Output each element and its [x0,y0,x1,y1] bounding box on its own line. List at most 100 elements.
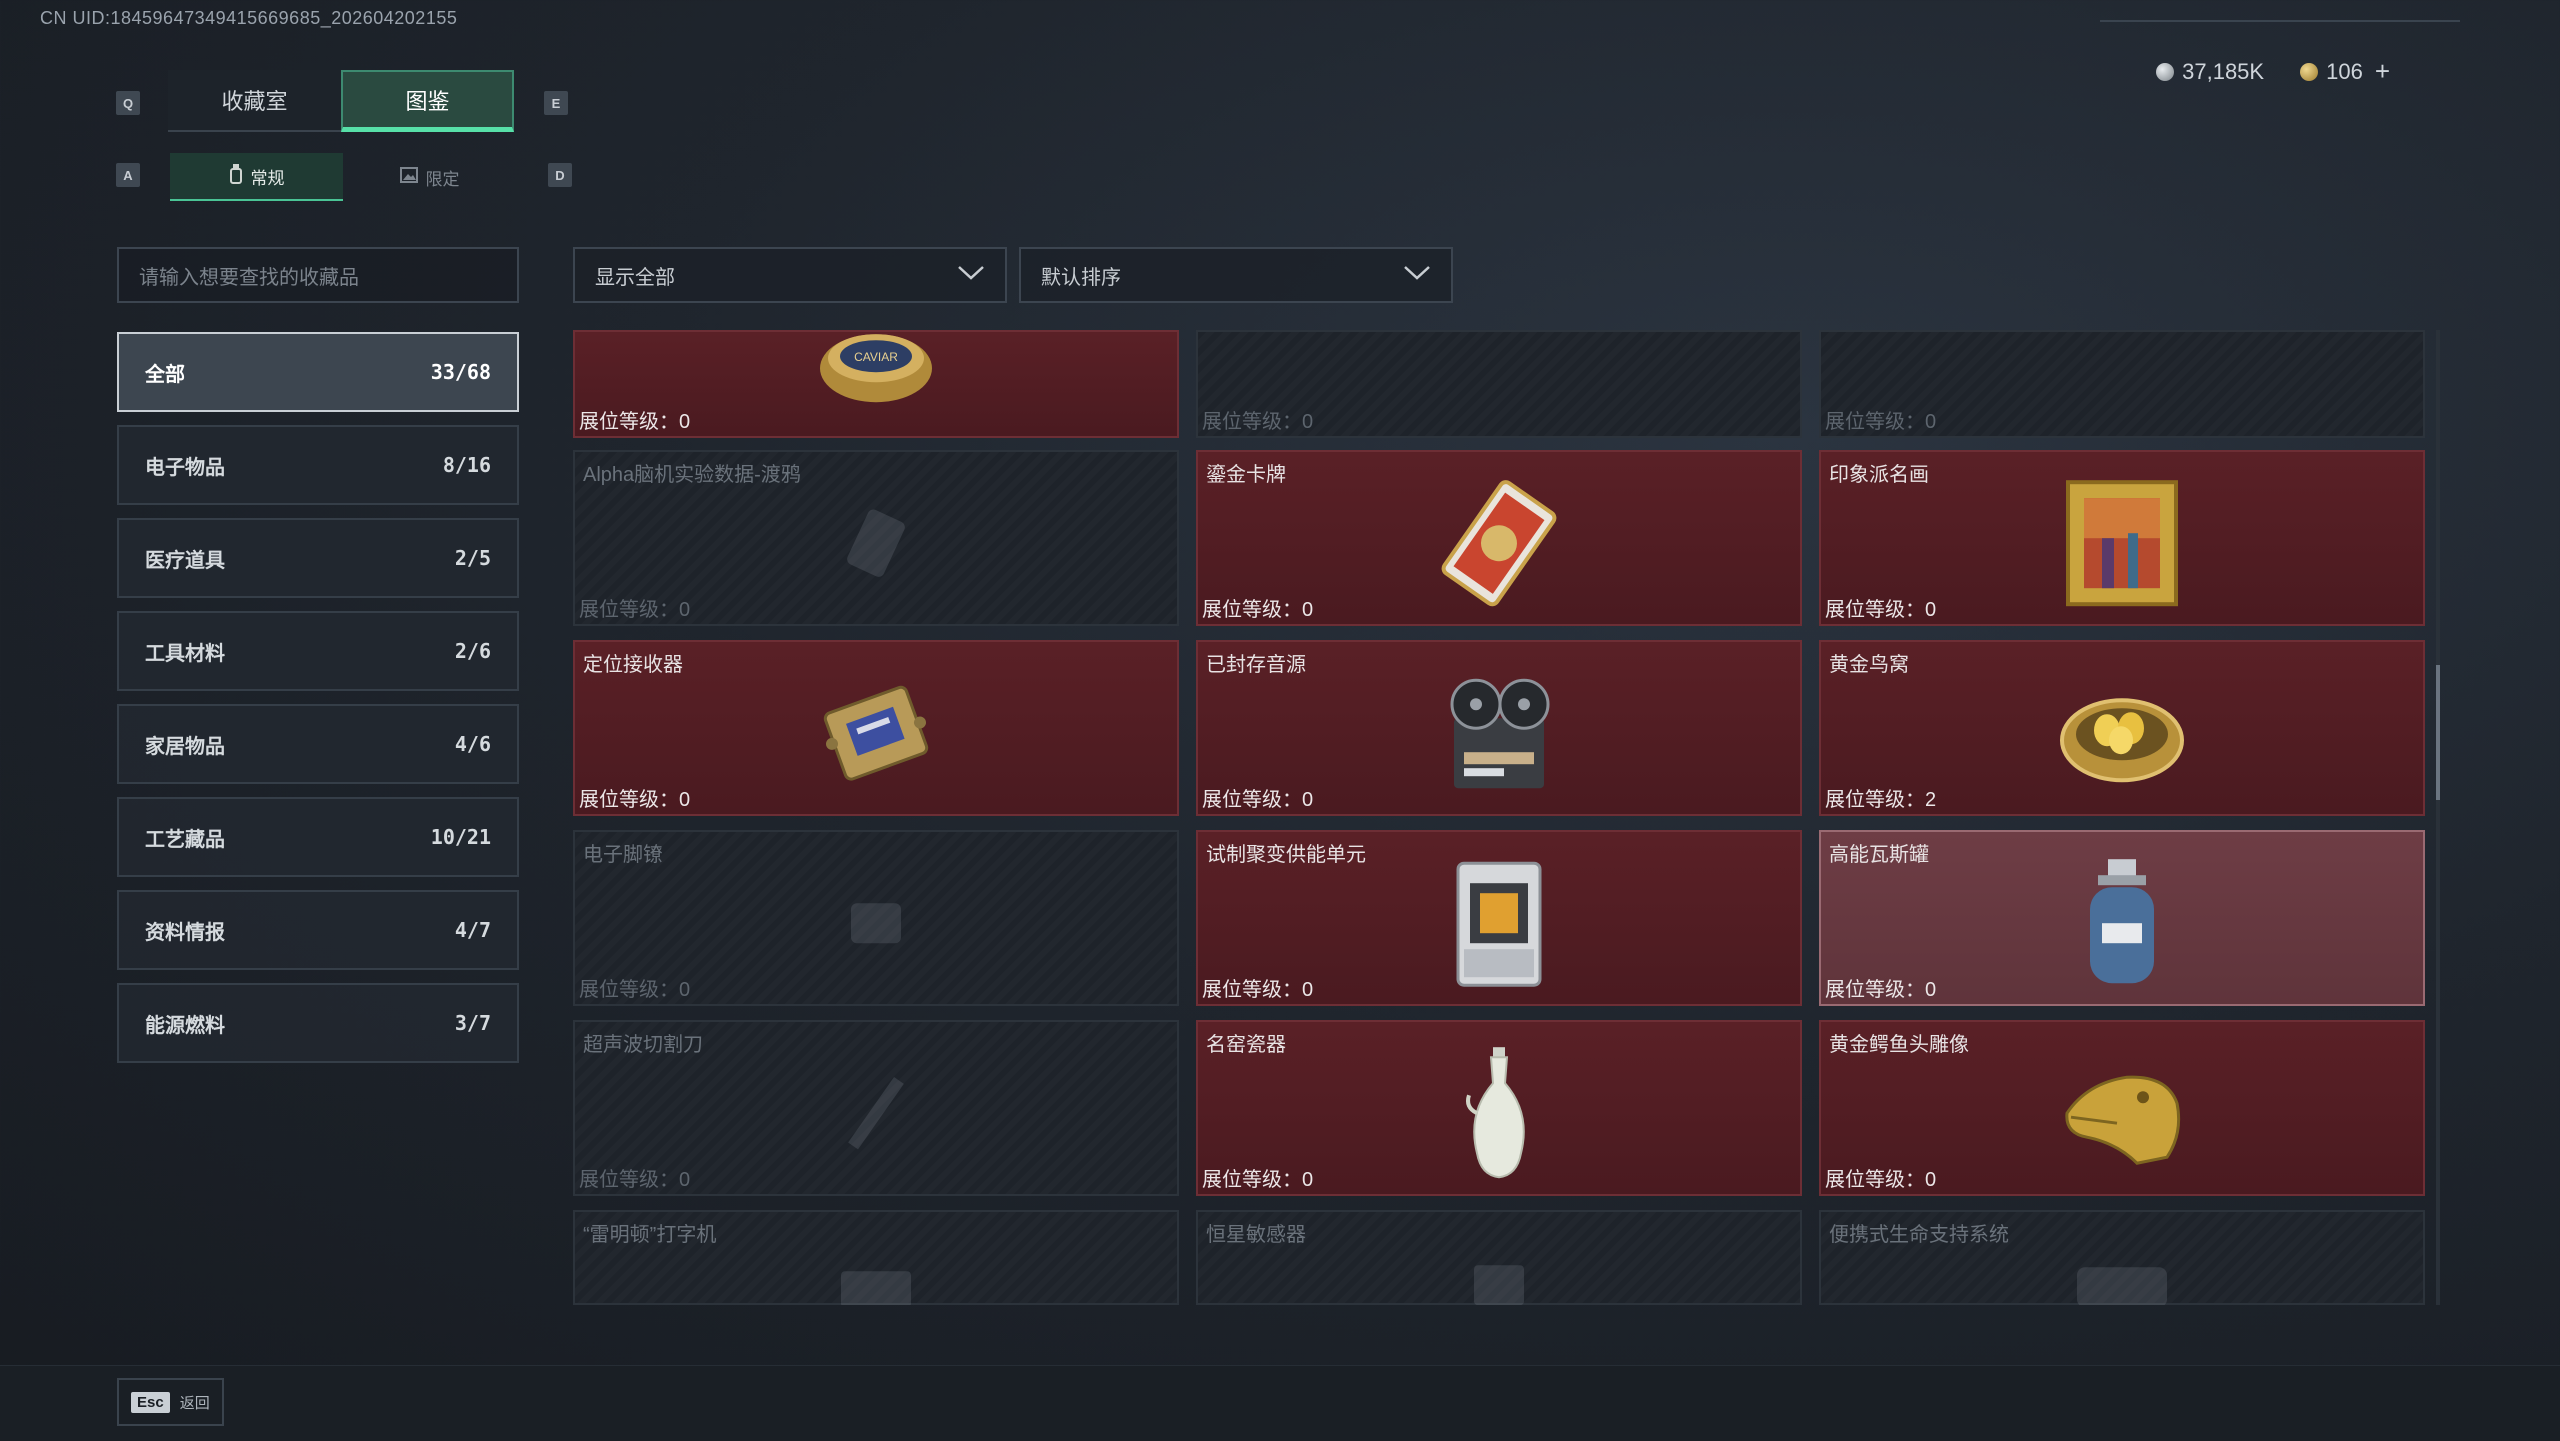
top-decoration [2100,20,2460,22]
grid-scrollbar-thumb[interactable] [2436,665,2440,800]
item-level: 展位等级：0 [1825,411,1937,433]
ankle-monitor-icon [811,858,941,988]
silver-coin-icon [2156,62,2175,81]
grid-scrollbar-track[interactable] [2436,330,2440,1305]
item-name: 电子脚镣 [583,844,663,866]
receiver-icon [811,668,941,798]
category-medical[interactable]: 医疗道具 2/5 [117,518,519,598]
category-all[interactable]: 全部 33/68 [117,332,519,412]
add-currency-button[interactable]: + [2375,56,2390,87]
search-input[interactable]: 请输入想要查找的收藏品 [117,247,519,303]
category-count: 3/7 [454,1011,491,1035]
item-card[interactable]: 高能瓦斯罐 展位等级：0 [1819,830,2425,1006]
item-name: 印象派名画 [1829,464,1929,486]
item-card[interactable]: 展位等级：0 [1819,330,2425,438]
item-name: 便携式生命支持系统 [1829,1224,2009,1246]
category-intel[interactable]: 资料情报 4/7 [117,890,519,970]
item-level: 展位等级：0 [579,979,691,1001]
key-hint-prev-tab: Q [116,91,140,115]
item-card[interactable]: 鎏金卡牌 展位等级：0 [1196,450,1802,626]
key-hint-prev-subtab: A [116,163,140,187]
item-card[interactable]: 黄金鸟窝 展位等级：2 [1819,640,2425,816]
item-card[interactable]: CAVIAR 展位等级：0 [573,330,1179,438]
uid-label: CN UID:18459647349415669685_202604202155 [40,8,458,28]
gold-coin-icon [2300,62,2319,81]
bottom-bar [0,1365,2560,1441]
subtab-limited[interactable]: 限定 [343,153,516,201]
item-name: 试制聚变供能单元 [1206,844,1366,866]
chevron-down-icon [1403,264,1431,287]
subtab-regular[interactable]: 常规 [170,153,343,201]
caviar-tin-icon: CAVIAR [811,330,941,433]
back-button[interactable]: Esc 返回 [117,1378,224,1426]
item-level: 展位等级：0 [1202,411,1314,433]
category-count: 4/6 [454,732,491,756]
sub-tabs: 常规 限定 [170,153,516,201]
life-support-icon [2057,1216,2187,1305]
item-level: 展位等级：0 [1202,1169,1314,1191]
subtab-regular-label: 常规 [250,168,285,188]
category-list: 全部 33/68 电子物品 8/16 医疗道具 2/5 工具材料 2/6 家居物品 4/6… [117,332,519,1076]
framed-painting-icon [2057,478,2187,608]
category-electronics[interactable]: 电子物品 8/16 [117,425,519,505]
item-card[interactable]: 电子脚镣 展位等级：0 [573,830,1179,1006]
gilded-card-icon [1434,478,1564,608]
item-card[interactable]: 印象派名画 展位等级：0 [1819,450,2425,626]
item-level: 展位等级：2 [1825,789,1937,811]
item-card[interactable]: 超声波切割刀 展位等级：0 [573,1020,1179,1196]
item-card[interactable]: 黄金鳄鱼头雕像 展位等级：0 [1819,1020,2425,1196]
category-label: 医疗道具 [145,549,225,572]
item-card[interactable]: “雷明顿”打字机 [573,1210,1179,1305]
item-card[interactable]: 已封存音源 展位等级：0 [1196,640,1802,816]
filter-dropdown[interactable]: 显示全部 [573,247,1007,303]
item-name: Alpha脑机实验数据-渡鸦 [583,464,801,486]
collection-grid: CAVIAR 展位等级：0 展位等级：0 展位等级：0 Alpha脑机实验数据-… [573,330,2425,1305]
picture-icon [399,166,418,188]
silver-amount: 37,185K [2182,58,2265,84]
ultrasonic-cutter-icon [811,1048,941,1178]
item-card[interactable]: 名窑瓷器 展位等级：0 [1196,1020,1802,1196]
item-name: 已封存音源 [1206,654,1306,676]
item-level: 展位等级：0 [1825,1169,1937,1191]
svg-text:CAVIAR: CAVIAR [854,350,898,364]
back-label: 返回 [179,1394,210,1412]
category-count: 2/5 [454,546,491,570]
tab-catalog[interactable]: 图鉴 [341,70,514,132]
category-label: 工具材料 [145,642,225,665]
item-card[interactable]: 定位接收器 展位等级：0 [573,640,1179,816]
item-level: 展位等级：0 [1202,599,1314,621]
category-tools[interactable]: 工具材料 2/6 [117,611,519,691]
item-level: 展位等级：0 [579,1169,691,1191]
item-name: 名窑瓷器 [1206,1034,1286,1056]
category-energy[interactable]: 能源燃料 3/7 [117,983,519,1063]
category-count: 2/6 [454,639,491,663]
data-drive-icon [811,478,941,608]
bottle-icon [229,163,243,189]
item-name: 超声波切割刀 [583,1034,703,1056]
category-label: 电子物品 [145,456,225,479]
item-name: 黄金鳄鱼头雕像 [1829,1034,1969,1056]
category-household[interactable]: 家居物品 4/6 [117,704,519,784]
category-count: 10/21 [430,825,491,849]
reel-recorder-icon [1434,668,1564,798]
golden-nest-icon [2057,668,2187,798]
item-name: 黄金鸟窝 [1829,654,1909,676]
tab-collection-room[interactable]: 收藏室 [168,70,341,132]
item-name: 恒星敏感器 [1206,1224,1306,1246]
item-name: 高能瓦斯罐 [1829,844,1929,866]
item-level: 展位等级：0 [1202,789,1314,811]
item-level: 展位等级：0 [579,599,691,621]
item-card[interactable]: 便携式生命支持系统 [1819,1210,2425,1305]
gold-amount: 106 [2326,58,2363,84]
category-count: 33/68 [430,360,491,384]
item-card[interactable]: 试制聚变供能单元 展位等级：0 [1196,830,1802,1006]
item-card[interactable]: Alpha脑机实验数据-渡鸦 展位等级：0 [573,450,1179,626]
key-hint-next-subtab: D [548,163,572,187]
item-card[interactable]: 恒星敏感器 [1196,1210,1802,1305]
item-level: 展位等级：0 [1825,979,1937,1001]
sort-dropdown[interactable]: 默认排序 [1019,247,1453,303]
category-crafts[interactable]: 工艺藏品 10/21 [117,797,519,877]
item-level: 展位等级：0 [579,411,691,433]
item-card[interactable]: 展位等级：0 [1196,330,1802,438]
porcelain-vase-icon [1434,1047,1564,1179]
